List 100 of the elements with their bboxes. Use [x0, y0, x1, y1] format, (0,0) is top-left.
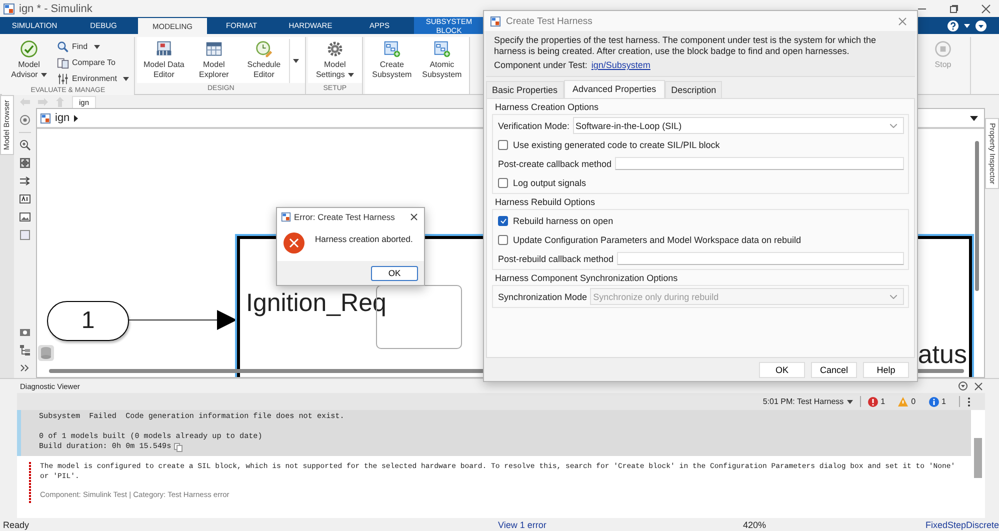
run-selector[interactable]: 5:01 PM: Test Harness: [762, 397, 853, 406]
component-link[interactable]: ign/Subsystem: [591, 60, 650, 71]
collapse-icon[interactable]: [975, 20, 987, 32]
checkbox[interactable]: [498, 178, 508, 188]
grid-icon: [204, 40, 223, 58]
group-title: Harness Component Synchronization Options: [494, 272, 679, 285]
annotation-icon[interactable]: [19, 193, 31, 205]
checkbox-label: Use existing generated code to create SIL/PIL block: [513, 140, 720, 150]
error-icon[interactable]: [868, 396, 878, 406]
input-field[interactable]: [614, 157, 904, 170]
restore-icon[interactable]: [949, 4, 959, 14]
more-icon[interactable]: [967, 396, 971, 406]
caret-icon: [846, 400, 853, 404]
help-icon[interactable]: [947, 20, 959, 32]
dialog-button[interactable]: OK: [759, 362, 805, 378]
field-label: Post-create callback method: [498, 158, 612, 168]
inport-block[interactable]: 1: [47, 301, 129, 341]
image-icon[interactable]: [19, 211, 31, 223]
chevron-icon: [890, 124, 897, 128]
count-label: 0: [911, 397, 916, 406]
toolstrip-button[interactable]: Create Subsystem: [366, 39, 417, 81]
check-icon: [20, 40, 38, 58]
toolstrip-button[interactable]: Model Explorer: [188, 39, 239, 81]
fit-view-icon[interactable]: [19, 157, 31, 169]
solver-link[interactable]: FixedStepDiscrete: [925, 520, 999, 530]
app-icon: [490, 16, 501, 26]
toolstrip-button[interactable]: Schedule Editor: [238, 39, 289, 81]
chevron-icon: [890, 294, 897, 298]
dialog-tab[interactable]: Description: [665, 81, 722, 98]
toolstrip-button[interactable]: Compare To: [54, 55, 132, 70]
count-label: 1: [942, 397, 946, 406]
hide-icon[interactable]: [19, 114, 31, 126]
breadcrumb-item[interactable]: ign: [55, 112, 70, 124]
scrollbar-thumb[interactable]: [974, 438, 982, 478]
subsystem-icon: [432, 40, 451, 58]
toolstrip-button[interactable]: Find: [54, 39, 132, 54]
window-title: ign * - Simulink: [19, 2, 92, 14]
field-label: Component under Test:: [494, 60, 588, 71]
toolstrip-button[interactable]: Model Settings: [310, 39, 360, 81]
zoom-level: 420%: [743, 520, 768, 530]
documents-icon: [57, 56, 69, 68]
error-message: Harness creation aborted.: [315, 234, 413, 244]
count-label: 1: [880, 397, 886, 406]
clock-icon: [254, 40, 273, 58]
toolstrip-button[interactable]: Environment: [54, 71, 132, 86]
stop-icon: [934, 40, 952, 58]
subsystem-icon: [382, 40, 401, 58]
dialog-title: Error: Create Test Harness: [294, 212, 395, 222]
sliders-icon: [57, 72, 69, 84]
field-label: Synchronization Mode: [498, 292, 588, 302]
field-label: Post-rebuild callback method: [498, 254, 614, 264]
dialog-tab[interactable]: Advanced Properties: [564, 80, 666, 98]
group-title: Harness Rebuild Options: [494, 196, 596, 209]
caret-icon: [293, 59, 300, 63]
close-icon[interactable]: [981, 4, 991, 14]
ok-button[interactable]: OK: [371, 266, 418, 280]
description-text: Specify the properties of the test harness. The component under test is the system for which the harness is being created. After creation, use the block badge to find and open harnesses.: [494, 35, 878, 57]
app-icon: [3, 2, 15, 14]
zoom-icon[interactable]: [19, 139, 31, 151]
dialog-title: Create Test Harness: [506, 16, 592, 26]
checkbox[interactable]: [498, 140, 508, 150]
data-store-icon[interactable]: [38, 345, 54, 361]
dialog-button[interactable]: Cancel: [811, 362, 857, 378]
close-icon[interactable]: [974, 382, 983, 390]
expand-icon[interactable]: [19, 362, 31, 374]
table-icon: [154, 40, 173, 58]
field-label: Verification Mode:: [498, 120, 570, 130]
camera-icon[interactable]: [19, 326, 31, 338]
error-marker: [29, 462, 31, 504]
model-icon: [40, 112, 51, 124]
checkbox-label: Rebuild harness on open: [513, 216, 614, 226]
input-field[interactable]: [616, 252, 904, 265]
search-icon: [57, 40, 69, 52]
copy-icon[interactable]: [174, 442, 184, 452]
checkbox-label: Log output signals: [513, 178, 586, 188]
toolstrip-button[interactable]: Atomic Subsystem: [416, 39, 467, 81]
error-link[interactable]: View 1 error: [498, 520, 743, 530]
close-icon[interactable]: [410, 213, 418, 221]
checkbox-label: Update Configuration Parameters and Model Workspace data on rebuild: [513, 234, 801, 244]
area-icon[interactable]: [19, 229, 31, 241]
checkbox[interactable]: [498, 216, 508, 226]
arrows-icon[interactable]: [19, 175, 31, 187]
dialog-tab[interactable]: Basic Properties: [486, 81, 564, 98]
status-text: Ready: [2, 520, 30, 530]
dropdown-field[interactable]: Software-in-the-Loop (SIL): [572, 117, 904, 134]
error-icon: [283, 232, 305, 254]
caret-icon[interactable]: [964, 24, 970, 28]
toolstrip-button[interactable]: Model Advisor: [4, 39, 54, 81]
hierarchy-icon[interactable]: [19, 344, 31, 356]
port-label: atus: [918, 339, 967, 370]
dropdown-icon[interactable]: [970, 116, 978, 120]
caret-icon[interactable]: [74, 114, 78, 122]
toolstrip-button[interactable]: Model Data Editor: [138, 39, 189, 81]
checkbox[interactable]: [498, 234, 508, 244]
info-icon[interactable]: [928, 396, 939, 406]
group-title: Harness Creation Options: [494, 101, 600, 114]
gear-icon: [326, 40, 344, 58]
menu-icon[interactable]: [958, 381, 968, 391]
dialog-button[interactable]: Help: [863, 362, 909, 378]
vertical-scrollbar[interactable]: [975, 141, 979, 291]
